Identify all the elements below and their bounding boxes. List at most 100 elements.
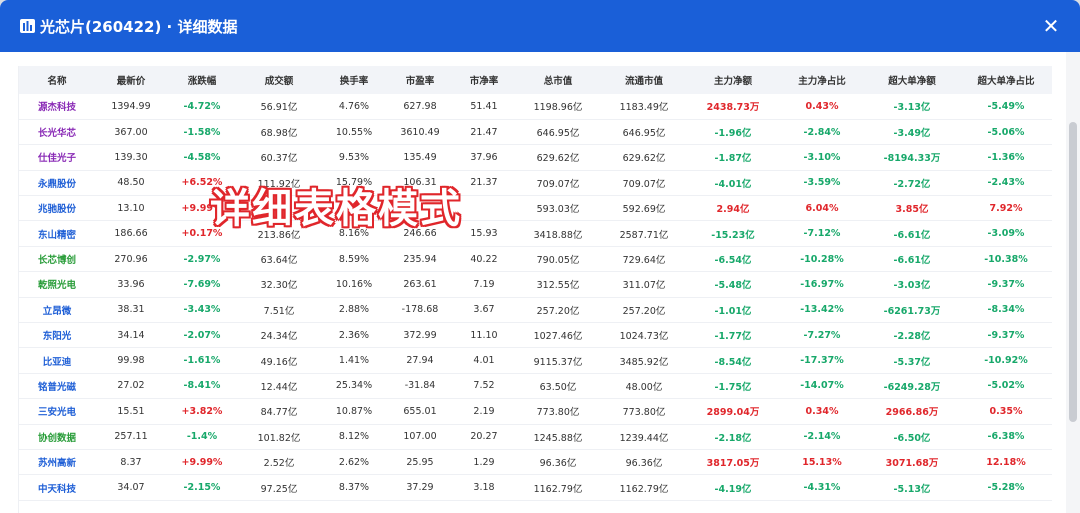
table-cell: 33.96 bbox=[95, 271, 167, 298]
table-cell: 2899.04万 bbox=[687, 398, 779, 425]
table-cell: 0.43% bbox=[779, 94, 865, 120]
table-cell: 3817.05万 bbox=[687, 449, 779, 476]
stock-name-link[interactable]: 协创数据 bbox=[19, 424, 95, 450]
stock-name-link[interactable]: 立昂微 bbox=[19, 297, 95, 324]
table-cell: -5.02% bbox=[959, 373, 1052, 400]
column-header[interactable]: 超大单净额 bbox=[865, 66, 959, 94]
overlay-caption: 详细表格模式 bbox=[210, 186, 462, 232]
table-row[interactable]: 比亚迪 99.98 -1.61% 49.16亿 1.41% 27.94 4.01 9115.3… bbox=[19, 347, 1052, 374]
column-header[interactable]: 名称 bbox=[19, 66, 95, 94]
table-cell: 709.07亿 bbox=[515, 170, 601, 197]
column-header[interactable]: 总市值 bbox=[515, 66, 601, 94]
column-header[interactable]: 主力净占比 bbox=[779, 66, 865, 94]
stock-name-link[interactable]: 兆驰股份 bbox=[19, 195, 95, 222]
table-cell: -2.97% bbox=[167, 246, 237, 273]
table-row[interactable]: 铭普光磁 27.02 -8.41% 12.44亿 25.34% -31.84 7.52 63.… bbox=[19, 373, 1052, 400]
table-cell: 48.50 bbox=[95, 170, 167, 197]
table-cell: -4.31% bbox=[779, 474, 865, 501]
table-row[interactable]: 中天科技 34.07 -2.15% 97.25亿 8.37% 37.29 3.18 1162.… bbox=[19, 474, 1052, 501]
table-cell: -1.61% bbox=[167, 347, 237, 374]
table-row[interactable]: 东阳光 34.14 -2.07% 24.34亿 2.36% 372.99 11.10 1027… bbox=[19, 322, 1052, 349]
table-row[interactable]: 源杰科技 1394.99 -4.72% 56.91亿 4.76% 627.98 51.41 1… bbox=[19, 94, 1052, 120]
table-row[interactable]: 立昂微 38.31 -3.43% 7.51亿 2.88% -178.68 3.67 257.2… bbox=[19, 297, 1052, 324]
stock-name-link[interactable]: 铭普光磁 bbox=[19, 373, 95, 400]
table-cell: -4.01亿 bbox=[687, 170, 779, 197]
table-cell: -2.15% bbox=[167, 474, 237, 501]
stock-name-link[interactable]: 苏州高新 bbox=[19, 449, 95, 476]
stock-name-link[interactable]: 中天科技 bbox=[19, 474, 95, 501]
table-cell: 15.93 bbox=[453, 220, 515, 247]
column-header[interactable]: 成交额 bbox=[237, 66, 321, 94]
column-header[interactable]: 换手率 bbox=[321, 66, 387, 94]
table-cell: 49.16亿 bbox=[237, 347, 321, 374]
table-cell: 4.76% bbox=[321, 94, 387, 120]
table-row[interactable]: 协创数据 257.11 -1.4% 101.82亿 8.12% 107.00 20.27 12… bbox=[19, 424, 1052, 450]
stock-name-link[interactable]: 长光华芯 bbox=[19, 119, 95, 146]
table-cell: 38.31 bbox=[95, 297, 167, 324]
table-row[interactable]: 东山精密 186.66 +0.17% 213.86亿 8.16% 246.66 15.93 3… bbox=[19, 220, 1052, 247]
table-row[interactable] bbox=[19, 500, 1052, 513]
vertical-scrollbar[interactable] bbox=[1066, 52, 1080, 513]
stock-name-link[interactable] bbox=[19, 500, 95, 513]
close-button[interactable]: ✕ bbox=[1040, 15, 1062, 37]
table-cell bbox=[453, 195, 515, 222]
table-cell: 372.99 bbox=[387, 322, 453, 349]
table-cell: -2.07% bbox=[167, 322, 237, 349]
column-header[interactable]: 流通市值 bbox=[601, 66, 687, 94]
table-cell: 32.30亿 bbox=[237, 271, 321, 298]
column-header[interactable]: 涨跌幅 bbox=[167, 66, 237, 94]
column-header[interactable]: 市盈率 bbox=[387, 66, 453, 94]
table-cell: 1239.44亿 bbox=[601, 424, 687, 450]
stock-name-link[interactable]: 长芯博创 bbox=[19, 246, 95, 273]
table-cell: 34.14 bbox=[95, 322, 167, 349]
table-cell: 7.92% bbox=[959, 195, 1052, 222]
table-cell bbox=[453, 500, 515, 513]
table-row[interactable]: 兆驰股份 13.10 +9.99% 593.03亿 592.69亿 2.94亿 6.04% 3… bbox=[19, 195, 1052, 222]
table-row[interactable]: 永鼎股份 48.50 +6.52% 111.92亿 15.79% 106.31 21.37 7… bbox=[19, 170, 1052, 197]
stock-name-link[interactable]: 永鼎股份 bbox=[19, 170, 95, 197]
table-cell: -3.49亿 bbox=[865, 119, 959, 146]
scrollbar-thumb[interactable] bbox=[1069, 122, 1077, 422]
detail-table-container[interactable]: 名称 最新价 涨跌幅 成交额 换手率 市盈率 市净率 总市值 流通市值 主力净额 主力净占比 超大单净… bbox=[18, 66, 1052, 513]
table-row[interactable]: 长光华芯 367.00 -1.58% 68.98亿 10.55% 3610.49 21.47… bbox=[19, 119, 1052, 146]
stock-name-link[interactable]: 三安光电 bbox=[19, 398, 95, 425]
stock-name-link[interactable]: 乾照光电 bbox=[19, 271, 95, 298]
table-cell: 96.36亿 bbox=[515, 449, 601, 476]
table-cell: -1.4% bbox=[167, 424, 237, 450]
table-cell: -5.13亿 bbox=[865, 474, 959, 501]
table-cell: 96.36亿 bbox=[601, 449, 687, 476]
table-cell: 257.20亿 bbox=[601, 297, 687, 324]
table-cell: 12.18% bbox=[959, 449, 1052, 476]
table-cell: 8.37 bbox=[95, 449, 167, 476]
column-header[interactable]: 超大单净占比 bbox=[959, 66, 1052, 94]
stock-name-link[interactable]: 源杰科技 bbox=[19, 94, 95, 120]
table-row[interactable]: 乾照光电 33.96 -7.69% 32.30亿 10.16% 263.61 7.19 312… bbox=[19, 271, 1052, 298]
table-cell: -10.38% bbox=[959, 246, 1052, 273]
stock-name-link[interactable]: 东山精密 bbox=[19, 220, 95, 247]
table-cell: 9.53% bbox=[321, 144, 387, 171]
stock-name-link[interactable]: 仕佳光子 bbox=[19, 144, 95, 171]
table-cell: -31.84 bbox=[387, 373, 453, 400]
table-cell: 627.98 bbox=[387, 94, 453, 120]
table-cell: 3610.49 bbox=[387, 119, 453, 146]
table-cell: -5.06% bbox=[959, 119, 1052, 146]
table-cell: 139.30 bbox=[95, 144, 167, 171]
table-cell: 790.05亿 bbox=[515, 246, 601, 273]
table-cell: -6261.73万 bbox=[865, 297, 959, 324]
table-cell: 655.01 bbox=[387, 398, 453, 425]
table-cell: 646.95亿 bbox=[515, 119, 601, 146]
table-row[interactable]: 三安光电 15.51 +3.82% 84.77亿 10.87% 655.01 2.19 773… bbox=[19, 398, 1052, 425]
column-header[interactable]: 市净率 bbox=[453, 66, 515, 94]
stock-name-link[interactable]: 东阳光 bbox=[19, 322, 95, 349]
stock-name-link[interactable]: 比亚迪 bbox=[19, 347, 95, 374]
column-header[interactable]: 主力净额 bbox=[687, 66, 779, 94]
table-row[interactable]: 仕佳光子 139.30 -4.58% 60.37亿 9.53% 135.49 37.96 62… bbox=[19, 144, 1052, 171]
table-row[interactable]: 长芯博创 270.96 -2.97% 63.64亿 8.59% 235.94 40.22 79… bbox=[19, 246, 1052, 273]
table-row[interactable]: 苏州高新 8.37 +9.99% 2.52亿 2.62% 25.95 1.29 96.36亿 9… bbox=[19, 449, 1052, 476]
table-cell: -5.37亿 bbox=[865, 347, 959, 374]
column-header[interactable]: 最新价 bbox=[95, 66, 167, 94]
table-cell: -9.37% bbox=[959, 322, 1052, 349]
table-cell: -1.58% bbox=[167, 119, 237, 146]
table-cell: 7.51亿 bbox=[237, 297, 321, 324]
chart-icon bbox=[20, 19, 35, 33]
